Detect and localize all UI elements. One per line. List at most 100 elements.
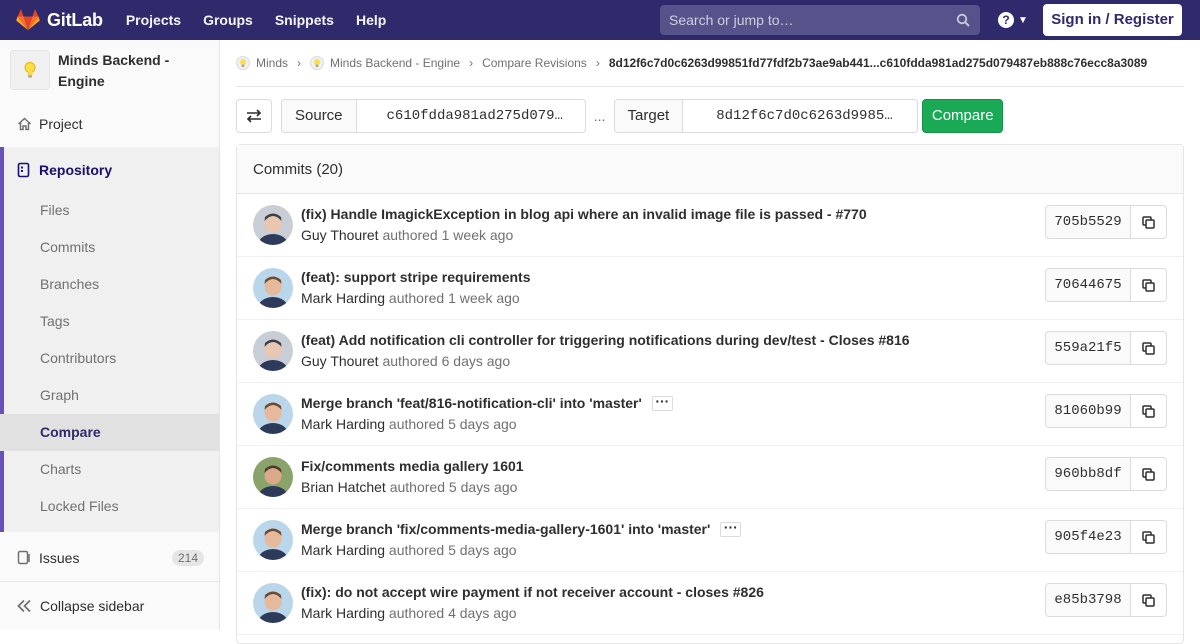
commit-sha[interactable]: 70644675 (1045, 268, 1131, 302)
breadcrumb-compare-revisions[interactable]: Compare Revisions (482, 56, 587, 70)
copy-sha-button[interactable] (1130, 520, 1167, 554)
commit-title[interactable]: (fix): do not accept wire payment if not… (301, 584, 764, 600)
sidebar-item-repository[interactable]: Repository (4, 147, 219, 192)
commit-sha[interactable]: e85b3798 (1045, 583, 1131, 617)
commit-author[interactable]: Guy Thouret (301, 353, 379, 369)
sidebar-item-commits[interactable]: Commits (4, 229, 219, 266)
copy-sha-button[interactable] (1130, 457, 1167, 491)
commit-sha[interactable]: 905f4e23 (1045, 520, 1131, 554)
compare-button[interactable]: Compare (922, 99, 1004, 133)
copy-sha-button[interactable] (1130, 268, 1167, 302)
commit-title[interactable]: Fix/comments media gallery 1601 (301, 458, 524, 474)
commit-sha[interactable]: 705b5529 (1045, 205, 1131, 239)
collapse-sidebar-button[interactable]: Collapse sidebar (0, 581, 219, 630)
sidebar-item-graph[interactable]: Graph (4, 377, 219, 414)
commit-title[interactable]: (feat): support stripe requirements (301, 269, 530, 285)
commit-meta: Brian Hatchet authored 5 days ago (301, 479, 517, 495)
nav-snippets[interactable]: Snippets (275, 12, 334, 28)
nav-groups[interactable]: Groups (203, 12, 253, 28)
commit-title[interactable]: (feat) Add notification cli controller f… (301, 332, 910, 348)
avatar[interactable] (253, 520, 293, 560)
breadcrumb-current[interactable]: 8d12f6c7d0c6263d99851fd77fdf2b73ae9ab441… (609, 56, 1147, 70)
sidebar-item-issues[interactable]: Issues 214 (0, 535, 219, 580)
commit-row: (fix): do not accept wire payment if not… (237, 572, 1183, 635)
copy-sha-button[interactable] (1130, 583, 1167, 617)
commit-author[interactable]: Guy Thouret (301, 227, 379, 243)
avatar[interactable] (253, 268, 293, 308)
commit-meta: Mark Harding authored 4 days ago (301, 605, 517, 621)
authored-label: authored (382, 227, 442, 243)
issues-count-badge: 214 (171, 549, 204, 566)
breadcrumb-minds[interactable]: Minds (236, 56, 288, 70)
sidebar-item-contributors[interactable]: Contributors (4, 340, 219, 377)
commit-author[interactable]: Brian Hatchet (301, 479, 386, 495)
swap-revisions-button[interactable] (236, 99, 272, 133)
target-revision-input[interactable]: 8d12f6c7d0c6263d9985… (683, 99, 919, 133)
commit-meta: Mark Harding authored 1 week ago (301, 290, 520, 306)
issues-icon (16, 550, 32, 566)
commit-title-text[interactable]: (fix): do not accept wire payment if not… (301, 584, 764, 600)
commit-title-text[interactable]: Merge branch 'fix/comments-media-gallery… (301, 521, 710, 537)
commit-row: Merge branch 'feat/816-notification-cli'… (237, 383, 1183, 446)
commit-sha[interactable]: 81060b99 (1045, 394, 1131, 428)
double-chevron-left-icon (17, 599, 31, 613)
copy-sha-button[interactable] (1130, 394, 1167, 428)
commit-time: 1 week ago (441, 227, 514, 243)
nav-help[interactable]: Help (356, 12, 386, 28)
project-avatar (10, 50, 50, 90)
commit-title-text[interactable]: (feat): support stripe requirements (301, 269, 530, 285)
sidebar-item-charts[interactable]: Charts (4, 451, 219, 488)
commit-sha[interactable]: 960bb8df (1045, 457, 1131, 491)
commit-title-text[interactable]: Merge branch 'feat/816-notification-cli'… (301, 395, 642, 411)
expand-message-button[interactable]: ··· (720, 520, 742, 537)
search-box[interactable]: Search or jump to… (660, 5, 980, 35)
sidebar-item-project[interactable]: Project (0, 101, 219, 146)
sidebar-item-files[interactable]: Files (4, 192, 219, 229)
avatar[interactable] (253, 331, 293, 371)
authored-label: authored (388, 605, 449, 621)
avatar[interactable] (253, 457, 293, 497)
avatar[interactable] (253, 205, 293, 245)
nav-projects[interactable]: Projects (126, 12, 181, 28)
sidebar-item-tags[interactable]: Tags (4, 303, 219, 340)
gitlab-logo[interactable]: GitLab (16, 0, 103, 40)
sidebar-item-branches[interactable]: Branches (4, 266, 219, 303)
commit-author[interactable]: Mark Harding (301, 542, 385, 558)
commit-title[interactable]: Merge branch 'feat/816-notification-cli'… (301, 394, 673, 411)
commit-title-text[interactable]: (fix) Handle ImagickException in blog ap… (301, 206, 867, 222)
commit-row: Fix/comments media gallery 1601 Brian Ha… (237, 446, 1183, 509)
sidebar-item-compare[interactable]: Compare (0, 414, 219, 451)
authored-label: authored (388, 290, 449, 306)
avatar-image (253, 331, 293, 371)
project-name: Minds Backend - Engine (58, 52, 170, 89)
sidebar: Minds Backend - Engine Project Repositor… (0, 40, 220, 630)
copy-sha-button[interactable] (1130, 331, 1167, 365)
help-dropdown[interactable]: ? ▼ (998, 12, 1028, 28)
commit-row: (feat) Add notification cli controller f… (237, 320, 1183, 383)
commit-author[interactable]: Mark Harding (301, 605, 385, 621)
source-revision-input[interactable]: c610fdda981ad275d079… (356, 99, 586, 133)
sidebar-item-locked-files[interactable]: Locked Files (4, 488, 219, 525)
signin-button[interactable]: Sign in / Register (1043, 4, 1182, 36)
commit-title-text[interactable]: Fix/comments media gallery 1601 (301, 458, 524, 474)
avatar[interactable] (253, 394, 293, 434)
commit-row: (feat): support stripe requirements Mark… (237, 257, 1183, 320)
breadcrumb-project[interactable]: Minds Backend - Engine (310, 56, 460, 70)
collapse-sidebar-label: Collapse sidebar (40, 598, 145, 614)
avatar-image (253, 268, 293, 308)
expand-message-button[interactable]: ··· (651, 394, 673, 411)
search-icon (956, 13, 970, 27)
avatar[interactable] (253, 583, 293, 623)
commit-sha[interactable]: 559a21f5 (1045, 331, 1131, 365)
project-header[interactable]: Minds Backend - Engine (0, 40, 219, 101)
avatar-image (253, 457, 293, 497)
sidebar-item-label: Issues (39, 549, 80, 566)
commit-title[interactable]: (fix) Handle ImagickException in blog ap… (301, 206, 867, 222)
commit-title[interactable]: Merge branch 'fix/comments-media-gallery… (301, 520, 742, 537)
commit-author[interactable]: Mark Harding (301, 416, 385, 432)
commit-title-text[interactable]: (feat) Add notification cli controller f… (301, 332, 910, 348)
copy-sha-button[interactable] (1130, 205, 1167, 239)
commit-author[interactable]: Mark Harding (301, 290, 385, 306)
search-input[interactable]: Search or jump to… (669, 12, 956, 28)
copy-icon (1142, 593, 1155, 607)
